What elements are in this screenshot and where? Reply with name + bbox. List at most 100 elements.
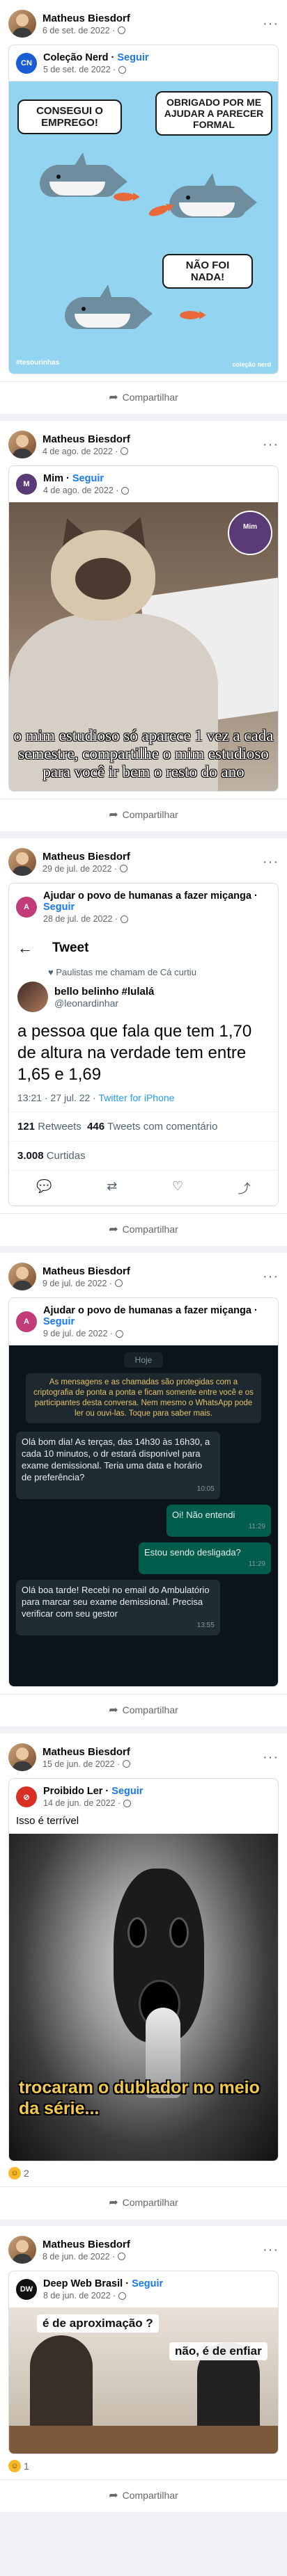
shark-illustration [169, 173, 257, 221]
more-options-icon[interactable]: ··· [263, 1269, 279, 1285]
share-button[interactable]: ➦ Compartilhar [0, 381, 287, 414]
follow-button[interactable]: Seguir [132, 2278, 163, 2289]
post-date[interactable]: 29 de jul. de 2022 · [42, 864, 117, 874]
globe-icon [123, 1760, 131, 1768]
page-name[interactable]: Ajudar o povo de humanas a fazer miçanga [43, 890, 251, 902]
author-avatar[interactable] [8, 2236, 36, 2264]
post-date[interactable]: 8 de jun. de 2022 · [42, 2252, 115, 2262]
page-avatar[interactable]: A [16, 897, 37, 918]
shared-date[interactable]: 8 de jun. de 2022 · [43, 2291, 116, 2301]
shared-header: ⊘ Proibido Ler · Seguir 14 de jun. de 20… [9, 1779, 278, 1815]
no-entry-icon[interactable]: ⊘ [16, 1786, 37, 1807]
author-name[interactable]: Matheus Biesdorf [42, 2239, 130, 2250]
more-options-icon[interactable]: ··· [263, 854, 279, 870]
meme-caption: o mim estudioso só aparece 1 vez a cada … [13, 727, 274, 781]
share-button[interactable]: ➦ Compartilhar [0, 1694, 287, 1727]
chat-screenshot[interactable]: Hoje As mensagens e as chamadas são prot… [9, 1345, 278, 1686]
chat-message-outgoing: Oi! Não entendi 11:29 [166, 1505, 271, 1537]
post-header: Matheus Biesdorf 8 de jun. de 2022 · ··· [0, 2236, 287, 2271]
page-name[interactable]: Mim [43, 473, 63, 484]
page-avatar[interactable]: A [16, 1311, 37, 1332]
share-button[interactable]: ➦ Compartilhar [0, 1213, 287, 1246]
tweet-likes: 3.008 Curtidas [9, 1141, 278, 1170]
tweet-screenshot[interactable]: ← Tweet ♥ Paulistas me chamam de Cá curti… [9, 931, 278, 1206]
author-avatar[interactable] [8, 10, 36, 38]
share-icon: ⤴ [238, 1182, 251, 1196]
share-icon: ➦ [109, 809, 118, 821]
feed-post: Matheus Biesdorf 29 de jul. de 2022 · ··… [0, 838, 287, 1246]
page-avatar[interactable]: M [16, 474, 37, 495]
shared-post[interactable]: A Ajudar o povo de humanas a fazer miçan… [8, 1297, 279, 1687]
author-name[interactable]: Matheus Biesdorf [42, 1746, 130, 1758]
share-icon: ➦ [109, 2490, 118, 2502]
shared-date[interactable]: 28 de jul. de 2022 · [43, 914, 118, 924]
page-avatar[interactable]: CN [16, 53, 37, 74]
page-name[interactable]: Ajudar o povo de humanas a fazer miçanga [43, 1305, 251, 1316]
post-date[interactable]: 4 de ago. de 2022 · [42, 447, 118, 456]
globe-icon [121, 447, 129, 455]
feed-post: Matheus Biesdorf 4 de ago. de 2022 · ···… [0, 421, 287, 831]
shared-post[interactable]: DW Deep Web Brasil · Seguir 8 de jun. de… [8, 2271, 279, 2454]
reaction-count[interactable]: ☺ 1 [0, 2454, 287, 2472]
page-avatar[interactable]: DW [16, 2279, 37, 2300]
post-header: Matheus Biesdorf 15 de jun. de 2022 · ··… [0, 1743, 287, 1778]
shared-post[interactable]: M Mim · Seguir 4 de ago. de 2022 · Mim o… [8, 465, 279, 792]
post-date[interactable]: 6 de set. de 2022 · [42, 26, 115, 35]
meme-image[interactable]: CONSEGUI O EMPREGO! OBRIGADO POR ME AJUD… [9, 81, 278, 374]
author-avatar[interactable] [8, 431, 36, 458]
meme-hashtag: #tesourinhas [16, 359, 60, 367]
post-date[interactable]: 9 de jul. de 2022 · [42, 1279, 112, 1288]
shared-header: CN Coleção Nerd · Seguir 5 de set. de 20… [9, 45, 278, 81]
share-icon: ➦ [109, 1704, 118, 1716]
author-name[interactable]: Matheus Biesdorf [42, 13, 130, 24]
follow-button[interactable]: Seguir [111, 1786, 143, 1797]
eye-shape [169, 1917, 189, 1948]
feed-post: Matheus Biesdorf 15 de jun. de 2022 · ··… [0, 1734, 287, 2219]
post-header: Matheus Biesdorf 29 de jul. de 2022 · ··… [0, 848, 287, 883]
shared-post[interactable]: ⊘ Proibido Ler · Seguir 14 de jun. de 20… [8, 1778, 279, 2161]
encryption-notice: As mensagens e as chamadas são protegida… [26, 1373, 261, 1423]
author-name[interactable]: Matheus Biesdorf [42, 1265, 130, 1277]
shared-date[interactable]: 5 de set. de 2022 · [43, 65, 116, 74]
author-avatar[interactable] [8, 848, 36, 876]
shark-illustration [40, 152, 127, 200]
share-button[interactable]: ➦ Compartilhar [0, 799, 287, 831]
share-button[interactable]: ➦ Compartilhar [0, 2186, 287, 2219]
liked-by-line: ♥ Paulistas me chamam de Cá curtiu [48, 967, 196, 977]
tweet-text: a pessoa que fala que tem 1,70 de altura… [17, 1022, 252, 1084]
shared-date[interactable]: 4 de ago. de 2022 · [43, 486, 118, 495]
shared-header: M Mim · Seguir 4 de ago. de 2022 · [9, 466, 278, 502]
author-avatar[interactable] [8, 1263, 36, 1290]
author-name[interactable]: Matheus Biesdorf [42, 433, 130, 445]
shared-date[interactable]: 9 de jul. de 2022 · [43, 1329, 113, 1338]
share-icon: ➦ [109, 2197, 118, 2209]
share-button[interactable]: ➦ Compartilhar [0, 2479, 287, 2512]
author-name[interactable]: Matheus Biesdorf [42, 851, 130, 863]
globe-icon [120, 865, 128, 872]
more-options-icon[interactable]: ··· [263, 16, 279, 32]
meme-image[interactable]: é de aproximação ? não, é de enfiar [9, 2307, 278, 2454]
more-options-icon[interactable]: ··· [263, 2242, 279, 2258]
meme-image[interactable]: trocaram o dublador no meio da série... [9, 1834, 278, 2161]
page-name[interactable]: Coleção Nerd [43, 52, 108, 63]
globe-icon [115, 1279, 123, 1287]
globe-icon [123, 1799, 132, 1807]
shared-date[interactable]: 14 de jun. de 2022 · [43, 1798, 121, 1808]
follow-button[interactable]: Seguir [72, 473, 104, 484]
shared-post[interactable]: CN Coleção Nerd · Seguir 5 de set. de 20… [8, 45, 279, 374]
share-icon: ➦ [109, 1224, 118, 1235]
page-name[interactable]: Deep Web Brasil [43, 2278, 123, 2289]
reaction-count[interactable]: ☺ 2 [0, 2161, 287, 2179]
meme-caption: é de aproximação ? [37, 2314, 159, 2333]
meme-caption: trocaram o dublador no meio da série... [19, 2078, 260, 2118]
meme-image[interactable]: Mim o mim estudioso só aparece 1 vez a c… [9, 502, 278, 791]
follow-button[interactable]: Seguir [117, 52, 148, 63]
post-date[interactable]: 15 de jun. de 2022 · [42, 1759, 120, 1769]
more-options-icon[interactable]: ··· [263, 437, 279, 453]
more-options-icon[interactable]: ··· [263, 1750, 279, 1766]
shared-post[interactable]: A Ajudar o povo de humanas a fazer miçan… [8, 883, 279, 1206]
follow-button[interactable]: Seguir [43, 902, 75, 913]
author-avatar[interactable] [8, 1743, 36, 1771]
follow-button[interactable]: Seguir [43, 1316, 75, 1327]
page-name[interactable]: Proibido Ler [43, 1786, 102, 1797]
